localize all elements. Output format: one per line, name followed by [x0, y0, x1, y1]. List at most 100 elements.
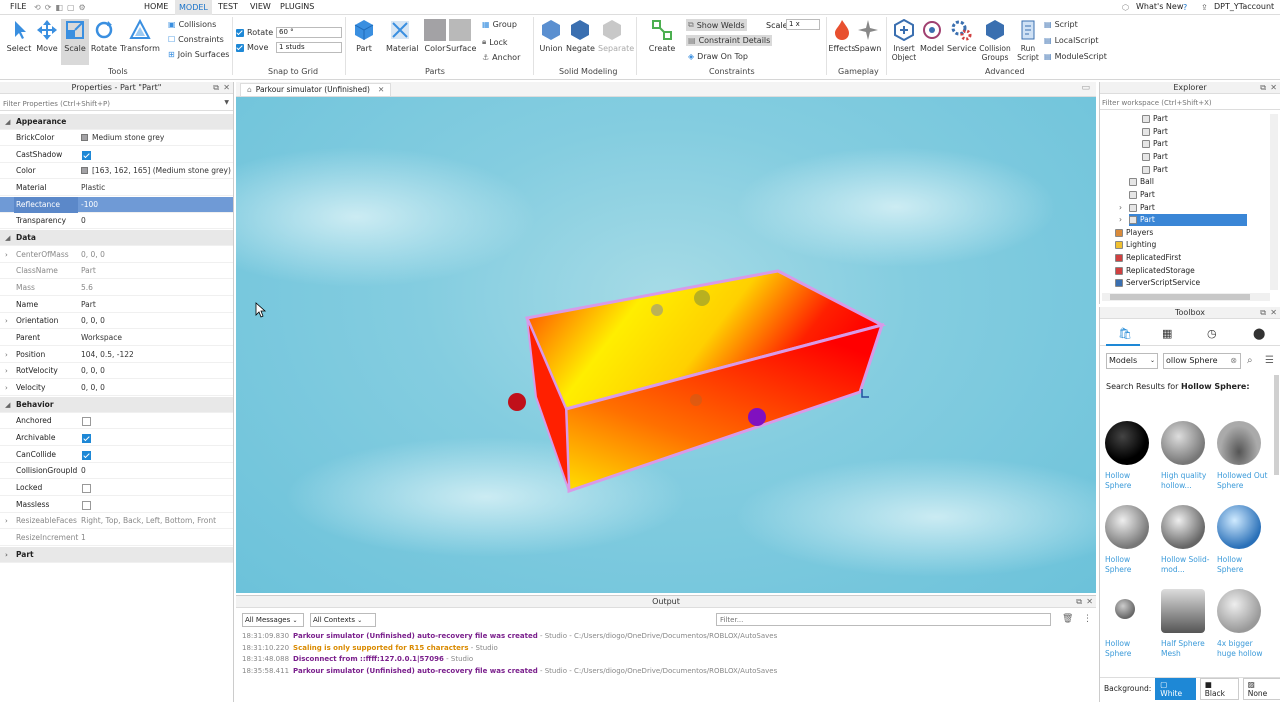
transform-tool[interactable]: Transform — [120, 18, 160, 53]
menu-plugins[interactable]: PLUGINS — [280, 2, 314, 11]
filter-icon[interactable]: ☰ — [1265, 355, 1274, 366]
prop-brickcolor[interactable]: BrickColor Medium stone grey — [0, 130, 233, 146]
maximize-icon[interactable]: ▭ — [1081, 83, 1090, 93]
color-button[interactable]: Color — [421, 19, 449, 53]
explorer-item[interactable]: Part — [1142, 138, 1168, 150]
toolbox-result-item[interactable]: High quality hollow... — [1161, 421, 1213, 491]
union-button[interactable]: Union — [537, 19, 565, 53]
chevron-right-icon[interactable]: › — [1119, 202, 1122, 214]
prop-locked[interactable]: Locked — [0, 480, 233, 496]
locked-checkbox[interactable] — [82, 484, 91, 493]
toolbox-result-item[interactable]: Hollow Sphere — [1217, 505, 1269, 575]
negate-button[interactable]: Negate — [566, 19, 595, 53]
create-constraint-button[interactable]: Create — [648, 19, 676, 53]
prop-collisiongroupid[interactable]: CollisionGroupId 0 — [0, 463, 233, 479]
prop-color[interactable]: Color [163, 162, 165] (Medium stone grey) — [0, 163, 233, 179]
category-data[interactable]: ◢ Data — [0, 230, 233, 246]
toolbox-result-item[interactable]: Hollow Sphere — [1105, 505, 1157, 575]
scale-tool[interactable]: Scale — [61, 19, 89, 65]
explorer-item[interactable]: Lighting — [1115, 239, 1156, 251]
trash-icon[interactable]: 🗑︎ — [1062, 614, 1073, 624]
toolbox-result-item[interactable]: Hollow Sphere — [1105, 589, 1157, 659]
lock-button[interactable]: 🔒︎ Lock — [482, 37, 508, 47]
group-button[interactable]: ▦ Group — [482, 20, 517, 29]
close-icon[interactable]: ✕ — [378, 84, 384, 96]
vertical-scrollbar[interactable] — [1270, 114, 1278, 290]
draw-on-top-toggle[interactable]: ◈ Draw On Top — [688, 52, 748, 61]
prop-transparency[interactable]: Transparency 0 — [0, 213, 233, 229]
anchor-button[interactable]: ⚓︎ Anchor — [482, 53, 520, 62]
quick-access-icons[interactable]: ⟲⟳◧▢⚙ — [34, 3, 90, 12]
vertical-scrollbar[interactable] — [1274, 375, 1279, 475]
whats-new-link[interactable]: What's New — [1136, 2, 1183, 11]
bg-white-button[interactable]: ▢ White — [1155, 677, 1196, 700]
notification-icon[interactable]: ? — [1183, 3, 1187, 12]
explorer-item[interactable]: Players — [1115, 227, 1153, 239]
toolbox-result-item[interactable]: 4x bigger huge hollow — [1217, 589, 1269, 659]
tab-creations-icon[interactable]: ⬤ — [1253, 327, 1265, 340]
close-icon[interactable]: ✕ — [223, 83, 230, 92]
show-welds-toggle[interactable]: ⧉ Show Welds — [686, 19, 747, 31]
category-behavior[interactable]: ◢ Behavior — [0, 397, 233, 413]
service-button[interactable]: Service — [947, 19, 977, 53]
tab-inventory-icon[interactable]: ▦ — [1162, 327, 1172, 340]
prop-resizeablefaces[interactable]: › ResizeableFaces Right, Top, Back, Left, … — [0, 513, 233, 529]
scale-handle[interactable] — [861, 389, 869, 398]
collision-groups-button[interactable]: Collision Groups — [978, 19, 1012, 62]
menu-model[interactable]: MODEL — [175, 0, 212, 15]
script-button[interactable]: ▤ Script — [1044, 20, 1078, 29]
anchored-checkbox[interactable] — [82, 417, 91, 426]
explorer-item[interactable]: › Part — [1119, 202, 1155, 214]
surface-button[interactable]: Surface — [446, 19, 476, 53]
prop-parent[interactable]: Parent Workspace — [0, 330, 233, 346]
share-icon[interactable]: ⇪ — [1201, 3, 1208, 12]
massless-checkbox[interactable] — [82, 501, 91, 510]
undock-icon[interactable]: ⧉ — [1076, 597, 1082, 607]
rotate-tool[interactable]: Rotate — [90, 19, 118, 53]
archivable-checkbox[interactable] — [82, 434, 91, 443]
undock-icon[interactable]: ⧉ — [213, 83, 219, 93]
undock-icon[interactable]: ⧉ — [1260, 308, 1266, 318]
run-script-button[interactable]: Run Script — [1014, 19, 1042, 62]
ball[interactable] — [651, 304, 663, 316]
castshadow-checkbox[interactable] — [82, 151, 91, 160]
horizontal-scrollbar[interactable] — [1102, 293, 1270, 301]
prop-archivable[interactable]: Archivable — [0, 430, 233, 446]
menu-home[interactable]: HOME — [144, 2, 168, 11]
prop-cancollide[interactable]: CanCollide — [0, 447, 233, 463]
menu-file[interactable]: FILE — [10, 2, 26, 11]
prop-material[interactable]: Material Plastic — [0, 180, 233, 196]
prop-orientation[interactable]: › Orientation 0, 0, 0 — [0, 313, 233, 329]
tab-parkour-simulator[interactable]: ⌂ Parkour simulator (Unfinished) ✕ — [240, 83, 392, 96]
more-icon[interactable]: ⋮ — [1083, 614, 1092, 624]
local-script-button[interactable]: ▤ LocalScript — [1044, 36, 1099, 45]
undock-icon[interactable]: ⧉ — [1260, 83, 1266, 93]
chevron-down-icon[interactable]: ▼ — [224, 99, 229, 106]
select-tool[interactable]: Select — [5, 19, 33, 53]
ball[interactable] — [508, 393, 526, 411]
help-icon[interactable]: ⬡ — [1122, 3, 1129, 12]
join-surfaces-toggle[interactable]: ⊞ Join Surfaces — [168, 50, 229, 59]
toolbox-result-item[interactable]: Hollow Sphere — [1105, 421, 1157, 491]
3d-viewport[interactable] — [236, 97, 1096, 593]
chevron-right-icon[interactable]: › — [1119, 214, 1122, 226]
message-filter-select[interactable]: All Messages ⌄ — [242, 613, 304, 627]
explorer-item[interactable]: Part — [1142, 113, 1168, 125]
explorer-item[interactable]: Part — [1129, 189, 1155, 201]
prop-castshadow[interactable]: CastShadow — [0, 147, 233, 163]
toolbox-result-item[interactable]: Half Sphere Mesh — [1161, 589, 1213, 659]
prop-centerofmass[interactable]: › CenterOfMass 0, 0, 0 — [0, 247, 233, 263]
explorer-item[interactable]: Ball — [1129, 176, 1154, 188]
close-icon[interactable]: ✕ — [1270, 83, 1277, 92]
category-select[interactable]: Models ⌄ — [1106, 353, 1158, 369]
toolbox-result-item[interactable]: Hollow Solid-mod... — [1161, 505, 1213, 575]
prop-massless[interactable]: Massless — [0, 497, 233, 513]
prop-anchored[interactable]: Anchored — [0, 413, 233, 429]
ball[interactable] — [748, 408, 766, 426]
snap-rotate-toggle[interactable]: Rotate — [236, 28, 273, 37]
scene-canvas[interactable] — [236, 97, 1096, 593]
close-icon[interactable]: ✕ — [1270, 308, 1277, 317]
toolbox-result-item[interactable]: Hollowed Out Sphere — [1217, 421, 1269, 491]
explorer-item[interactable]: Part — [1142, 126, 1168, 138]
account-name[interactable]: DPT_YTaccount — [1214, 2, 1274, 11]
